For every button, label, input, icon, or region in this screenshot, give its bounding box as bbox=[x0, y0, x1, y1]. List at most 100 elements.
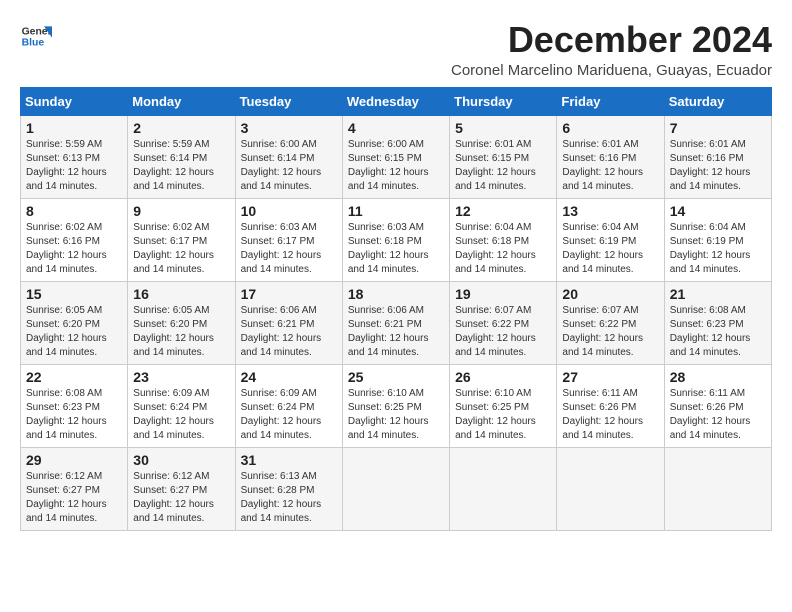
calendar-cell: 9 Sunrise: 6:02 AMSunset: 6:17 PMDaylight… bbox=[128, 198, 235, 281]
day-info: Sunrise: 6:10 AMSunset: 6:25 PMDaylight:… bbox=[455, 387, 551, 443]
calendar-cell: 11 Sunrise: 6:03 AMSunset: 6:18 PMDayligh… bbox=[342, 198, 449, 281]
day-info: Sunrise: 6:13 AMSunset: 6:28 PMDaylight:… bbox=[241, 470, 337, 526]
day-number: 5 bbox=[455, 120, 551, 136]
month-title: December 2024 bbox=[451, 20, 772, 60]
day-info: Sunrise: 6:00 AMSunset: 6:14 PMDaylight:… bbox=[241, 138, 337, 194]
calendar-body: 1 Sunrise: 5:59 AMSunset: 6:13 PMDaylight… bbox=[21, 115, 772, 530]
calendar-cell: 7 Sunrise: 6:01 AMSunset: 6:16 PMDaylight… bbox=[664, 115, 771, 198]
day-number: 29 bbox=[26, 452, 122, 468]
day-info: Sunrise: 6:12 AMSunset: 6:27 PMDaylight:… bbox=[26, 470, 122, 526]
day-info: Sunrise: 6:11 AMSunset: 6:26 PMDaylight:… bbox=[562, 387, 658, 443]
day-info: Sunrise: 6:07 AMSunset: 6:22 PMDaylight:… bbox=[455, 304, 551, 360]
day-number: 24 bbox=[241, 369, 337, 385]
calendar-cell: 1 Sunrise: 5:59 AMSunset: 6:13 PMDaylight… bbox=[21, 115, 128, 198]
calendar-table: SundayMondayTuesdayWednesdayThursdayFrid… bbox=[20, 87, 772, 531]
day-number: 2 bbox=[133, 120, 229, 136]
calendar-week-2: 8Sunrise: 6:02 AMSunset: 6:16 PMDaylight… bbox=[21, 198, 772, 281]
day-info: Sunrise: 6:01 AMSunset: 6:16 PMDaylight:… bbox=[670, 138, 766, 194]
calendar-cell: 21 Sunrise: 6:08 AMSunset: 6:23 PMDayligh… bbox=[664, 281, 771, 364]
calendar-cell: 27 Sunrise: 6:11 AMSunset: 6:26 PMDayligh… bbox=[557, 364, 664, 447]
day-info: Sunrise: 6:04 AMSunset: 6:19 PMDaylight:… bbox=[670, 221, 766, 277]
day-number: 27 bbox=[562, 369, 658, 385]
day-info: Sunrise: 6:09 AMSunset: 6:24 PMDaylight:… bbox=[133, 387, 229, 443]
header-day-sunday: Sunday bbox=[21, 87, 128, 115]
calendar-cell: 30 Sunrise: 6:12 AMSunset: 6:27 PMDayligh… bbox=[128, 447, 235, 530]
day-number: 25 bbox=[348, 369, 444, 385]
day-number: 1 bbox=[26, 120, 122, 136]
calendar-cell: 25 Sunrise: 6:10 AMSunset: 6:25 PMDayligh… bbox=[342, 364, 449, 447]
calendar-week-5: 29 Sunrise: 6:12 AMSunset: 6:27 PMDayligh… bbox=[21, 447, 772, 530]
day-number: 17 bbox=[241, 286, 337, 302]
calendar-cell: 31 Sunrise: 6:13 AMSunset: 6:28 PMDayligh… bbox=[235, 447, 342, 530]
day-number: 22 bbox=[26, 369, 122, 385]
calendar-cell: 26Sunrise: 6:10 AMSunset: 6:25 PMDayligh… bbox=[450, 364, 557, 447]
calendar-cell: 20 Sunrise: 6:07 AMSunset: 6:22 PMDayligh… bbox=[557, 281, 664, 364]
day-number: 23 bbox=[133, 369, 229, 385]
header-day-wednesday: Wednesday bbox=[342, 87, 449, 115]
calendar-cell: 8Sunrise: 6:02 AMSunset: 6:16 PMDaylight… bbox=[21, 198, 128, 281]
day-info: Sunrise: 6:09 AMSunset: 6:24 PMDaylight:… bbox=[241, 387, 337, 443]
calendar-cell bbox=[557, 447, 664, 530]
header-day-friday: Friday bbox=[557, 87, 664, 115]
day-number: 12 bbox=[455, 203, 551, 219]
day-info: Sunrise: 6:06 AMSunset: 6:21 PMDaylight:… bbox=[241, 304, 337, 360]
calendar-cell bbox=[450, 447, 557, 530]
calendar-cell: 6Sunrise: 6:01 AMSunset: 6:16 PMDaylight… bbox=[557, 115, 664, 198]
day-number: 7 bbox=[670, 120, 766, 136]
calendar-cell: 10Sunrise: 6:03 AMSunset: 6:17 PMDayligh… bbox=[235, 198, 342, 281]
day-number: 16 bbox=[133, 286, 229, 302]
calendar-header: SundayMondayTuesdayWednesdayThursdayFrid… bbox=[21, 87, 772, 115]
day-info: Sunrise: 6:05 AMSunset: 6:20 PMDaylight:… bbox=[26, 304, 122, 360]
day-number: 13 bbox=[562, 203, 658, 219]
day-info: Sunrise: 6:06 AMSunset: 6:21 PMDaylight:… bbox=[348, 304, 444, 360]
day-info: Sunrise: 5:59 AMSunset: 6:13 PMDaylight:… bbox=[26, 138, 122, 194]
day-number: 15 bbox=[26, 286, 122, 302]
day-number: 11 bbox=[348, 203, 444, 219]
calendar-cell: 17 Sunrise: 6:06 AMSunset: 6:21 PMDayligh… bbox=[235, 281, 342, 364]
day-number: 14 bbox=[670, 203, 766, 219]
day-number: 9 bbox=[133, 203, 229, 219]
day-info: Sunrise: 6:05 AMSunset: 6:20 PMDaylight:… bbox=[133, 304, 229, 360]
logo: General Blue bbox=[20, 20, 52, 52]
calendar-cell: 4 Sunrise: 6:00 AMSunset: 6:15 PMDaylight… bbox=[342, 115, 449, 198]
title-area: December 2024 Coronel Marcelino Mariduen… bbox=[451, 20, 772, 79]
calendar-week-4: 22Sunrise: 6:08 AMSunset: 6:23 PMDayligh… bbox=[21, 364, 772, 447]
logo-icon: General Blue bbox=[20, 20, 52, 52]
calendar-cell: 14 Sunrise: 6:04 AMSunset: 6:19 PMDayligh… bbox=[664, 198, 771, 281]
day-number: 30 bbox=[133, 452, 229, 468]
day-info: Sunrise: 6:04 AMSunset: 6:18 PMDaylight:… bbox=[455, 221, 551, 277]
calendar-cell: 16 Sunrise: 6:05 AMSunset: 6:20 PMDayligh… bbox=[128, 281, 235, 364]
day-number: 8 bbox=[26, 203, 122, 219]
calendar-week-1: 1 Sunrise: 5:59 AMSunset: 6:13 PMDaylight… bbox=[21, 115, 772, 198]
day-info: Sunrise: 6:07 AMSunset: 6:22 PMDaylight:… bbox=[562, 304, 658, 360]
location-title: Coronel Marcelino Mariduena, Guayas, Ecu… bbox=[451, 62, 772, 79]
header-day-thursday: Thursday bbox=[450, 87, 557, 115]
day-info: Sunrise: 6:08 AMSunset: 6:23 PMDaylight:… bbox=[670, 304, 766, 360]
day-number: 21 bbox=[670, 286, 766, 302]
calendar-cell: 12 Sunrise: 6:04 AMSunset: 6:18 PMDayligh… bbox=[450, 198, 557, 281]
day-info: Sunrise: 6:04 AMSunset: 6:19 PMDaylight:… bbox=[562, 221, 658, 277]
day-number: 6 bbox=[562, 120, 658, 136]
day-number: 31 bbox=[241, 452, 337, 468]
calendar-cell: 24 Sunrise: 6:09 AMSunset: 6:24 PMDayligh… bbox=[235, 364, 342, 447]
calendar-cell: 29 Sunrise: 6:12 AMSunset: 6:27 PMDayligh… bbox=[21, 447, 128, 530]
day-number: 28 bbox=[670, 369, 766, 385]
day-info: Sunrise: 5:59 AMSunset: 6:14 PMDaylight:… bbox=[133, 138, 229, 194]
day-info: Sunrise: 6:11 AMSunset: 6:26 PMDaylight:… bbox=[670, 387, 766, 443]
day-info: Sunrise: 6:12 AMSunset: 6:27 PMDaylight:… bbox=[133, 470, 229, 526]
day-number: 4 bbox=[348, 120, 444, 136]
calendar-cell: 13 Sunrise: 6:04 AMSunset: 6:19 PMDayligh… bbox=[557, 198, 664, 281]
day-number: 20 bbox=[562, 286, 658, 302]
calendar-cell: 3 Sunrise: 6:00 AMSunset: 6:14 PMDaylight… bbox=[235, 115, 342, 198]
day-number: 19 bbox=[455, 286, 551, 302]
header-day-tuesday: Tuesday bbox=[235, 87, 342, 115]
day-info: Sunrise: 6:02 AMSunset: 6:17 PMDaylight:… bbox=[133, 221, 229, 277]
calendar-cell bbox=[342, 447, 449, 530]
calendar-week-3: 15 Sunrise: 6:05 AMSunset: 6:20 PMDayligh… bbox=[21, 281, 772, 364]
day-info: Sunrise: 6:00 AMSunset: 6:15 PMDaylight:… bbox=[348, 138, 444, 194]
day-number: 3 bbox=[241, 120, 337, 136]
calendar-cell: 18Sunrise: 6:06 AMSunset: 6:21 PMDayligh… bbox=[342, 281, 449, 364]
header-day-monday: Monday bbox=[128, 87, 235, 115]
day-info: Sunrise: 6:10 AMSunset: 6:25 PMDaylight:… bbox=[348, 387, 444, 443]
day-info: Sunrise: 6:03 AMSunset: 6:18 PMDaylight:… bbox=[348, 221, 444, 277]
